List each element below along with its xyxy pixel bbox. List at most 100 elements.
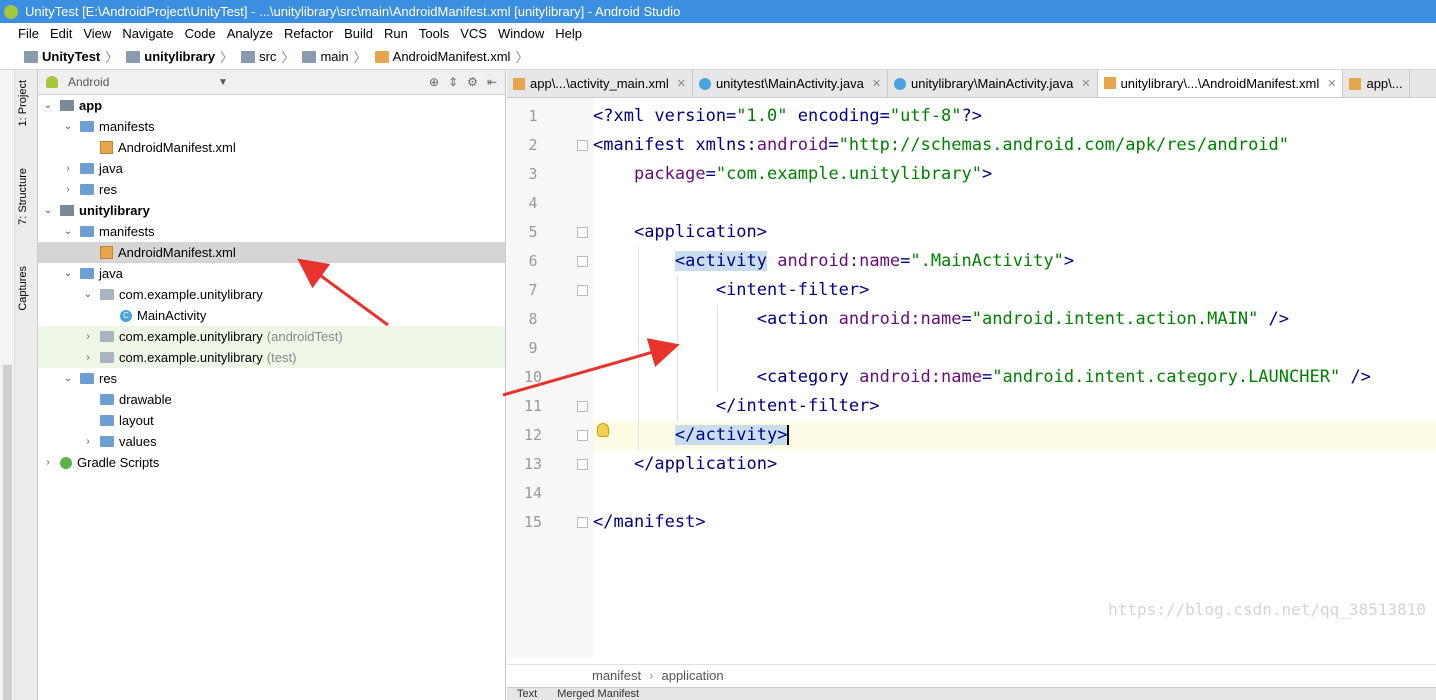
tree-item[interactable]: ⌄ app: [38, 95, 505, 116]
tree-item[interactable]: › java: [38, 158, 505, 179]
tree-item-label: layout: [119, 413, 154, 428]
side-tab-project[interactable]: 1: Project: [17, 80, 29, 126]
chevron-down-icon[interactable]: ⌄: [62, 226, 74, 237]
tree-item[interactable]: AndroidManifest.xml: [38, 242, 505, 263]
project-view-mode[interactable]: Android: [68, 75, 109, 89]
code-line[interactable]: <manifest xmlns:android="http://schemas.…: [593, 131, 1436, 160]
code-line[interactable]: </application>: [593, 450, 1436, 479]
chevron-down-icon[interactable]: ⌄: [62, 268, 74, 279]
chevron-down-icon[interactable]: ⌄: [62, 121, 74, 132]
tree-item[interactable]: drawable: [38, 389, 505, 410]
tree-item[interactable]: layout: [38, 410, 505, 431]
tree-item[interactable]: › values: [38, 431, 505, 452]
tree-item[interactable]: ⌄ com.example.unitylibrary: [38, 284, 505, 305]
code-line[interactable]: <application>: [593, 218, 1436, 247]
code-line[interactable]: </activity>: [593, 421, 1436, 450]
tree-item[interactable]: ⌄ unitylibrary: [38, 200, 505, 221]
bottom-tab[interactable]: Merged Manifest: [547, 688, 649, 700]
breadcrumb-item[interactable]: main 〉: [302, 47, 367, 66]
close-icon[interactable]: ✕: [1327, 77, 1336, 90]
code-line[interactable]: package="com.example.unitylibrary">: [593, 160, 1436, 189]
chevron-right-icon[interactable]: ›: [42, 457, 54, 468]
code-line[interactable]: <category android:name="android.intent.c…: [593, 363, 1436, 392]
fold-marker-icon[interactable]: [577, 140, 588, 151]
side-tab-captures[interactable]: Captures: [17, 266, 29, 311]
xml-path-item[interactable]: application: [661, 668, 723, 683]
editor-tab[interactable]: unitylibrary\...\AndroidManifest.xml ✕: [1097, 70, 1344, 97]
close-icon[interactable]: ✕: [1081, 77, 1090, 90]
editor-tab[interactable]: unitytest\MainActivity.java ✕: [692, 70, 889, 97]
locate-icon[interactable]: ⊕: [429, 75, 439, 89]
fold-marker-icon[interactable]: [577, 227, 588, 238]
tree-item[interactable]: › com.example.unitylibrary (androidTest): [38, 326, 505, 347]
fold-marker-icon[interactable]: [577, 285, 588, 296]
tree-item[interactable]: ⌄ res: [38, 368, 505, 389]
chevron-right-icon[interactable]: ›: [82, 352, 94, 363]
menu-view[interactable]: View: [83, 26, 111, 41]
chevron-down-icon[interactable]: ⌄: [62, 373, 74, 384]
close-icon[interactable]: ✕: [677, 77, 686, 90]
editor-tab[interactable]: app\...: [1343, 70, 1410, 97]
close-icon[interactable]: ✕: [872, 77, 881, 90]
code-line[interactable]: [593, 334, 1436, 363]
chevron-down-icon[interactable]: ⌄: [42, 205, 54, 216]
chevron-down-icon[interactable]: ⌄: [82, 289, 94, 300]
fold-marker-icon[interactable]: [577, 401, 588, 412]
menu-build[interactable]: Build: [344, 26, 373, 41]
chevron-down-icon[interactable]: ⌄: [42, 100, 54, 111]
chevron-right-icon[interactable]: ›: [62, 163, 74, 174]
code-area[interactable]: <?xml version="1.0" encoding="utf-8"?> <m…: [593, 98, 1436, 658]
menu-window[interactable]: Window: [498, 26, 544, 41]
menu-file[interactable]: File: [18, 26, 39, 41]
line-number: 13: [523, 455, 543, 473]
breadcrumb-item[interactable]: src 〉: [241, 47, 294, 66]
tree-item[interactable]: ⌄ manifests: [38, 221, 505, 242]
gear-icon[interactable]: ⚙: [467, 75, 478, 89]
menu-navigate[interactable]: Navigate: [122, 26, 173, 41]
code-line[interactable]: [593, 479, 1436, 508]
side-tab-structure[interactable]: 7: Structure: [17, 168, 29, 225]
menu-code[interactable]: Code: [185, 26, 216, 41]
code-line[interactable]: <action android:name="android.intent.act…: [593, 305, 1436, 334]
tree-item[interactable]: ⌄ manifests: [38, 116, 505, 137]
menu-help[interactable]: Help: [555, 26, 582, 41]
editor-tab[interactable]: app\...\activity_main.xml ✕: [507, 70, 693, 97]
code-line[interactable]: <activity android:name=".MainActivity">: [593, 247, 1436, 276]
breadcrumb-label: AndroidManifest.xml: [392, 49, 511, 64]
code-line[interactable]: [593, 189, 1436, 218]
tree-item[interactable]: AndroidManifest.xml: [38, 137, 505, 158]
chevron-down-icon[interactable]: ▼: [218, 77, 228, 88]
fold-marker-icon[interactable]: [577, 256, 588, 267]
menu-tools[interactable]: Tools: [419, 26, 449, 41]
tree-item[interactable]: ⌄ java: [38, 263, 505, 284]
breadcrumb-item[interactable]: unitylibrary 〉: [126, 47, 233, 66]
menu-refactor[interactable]: Refactor: [284, 26, 333, 41]
hide-icon[interactable]: ⇤: [487, 75, 497, 89]
menu-run[interactable]: Run: [384, 26, 408, 41]
code-line[interactable]: <?xml version="1.0" encoding="utf-8"?>: [593, 102, 1436, 131]
editor-tab[interactable]: unitylibrary\MainActivity.java ✕: [888, 70, 1098, 97]
tree-item[interactable]: › res: [38, 179, 505, 200]
breadcrumb-item[interactable]: AndroidManifest.xml 〉: [374, 47, 528, 66]
scrollbar[interactable]: [3, 365, 12, 700]
chevron-right-icon[interactable]: ›: [82, 331, 94, 342]
menu-vcs[interactable]: VCS: [460, 26, 487, 41]
code-line[interactable]: </manifest>: [593, 508, 1436, 537]
menu-analyze[interactable]: Analyze: [227, 26, 273, 41]
menu-edit[interactable]: Edit: [50, 26, 72, 41]
xml-path-item[interactable]: manifest: [592, 668, 641, 683]
tree-item[interactable]: C MainActivity: [38, 305, 505, 326]
fold-marker-icon[interactable]: [577, 517, 588, 528]
chevron-right-icon[interactable]: ›: [82, 436, 94, 447]
bottom-tab[interactable]: Text: [507, 688, 547, 700]
code-line[interactable]: </intent-filter>: [593, 392, 1436, 421]
breadcrumb-item[interactable]: UnityTest 〉: [24, 47, 118, 66]
tree-item[interactable]: › com.example.unitylibrary (test): [38, 347, 505, 368]
tree-item[interactable]: › Gradle Scripts: [38, 452, 505, 473]
fold-marker-icon[interactable]: [577, 430, 588, 441]
lightbulb-icon[interactable]: [597, 423, 609, 437]
chevron-right-icon[interactable]: ›: [62, 184, 74, 195]
code-line[interactable]: <intent-filter>: [593, 276, 1436, 305]
collapse-icon[interactable]: ⇕: [448, 75, 458, 89]
fold-marker-icon[interactable]: [577, 459, 588, 470]
